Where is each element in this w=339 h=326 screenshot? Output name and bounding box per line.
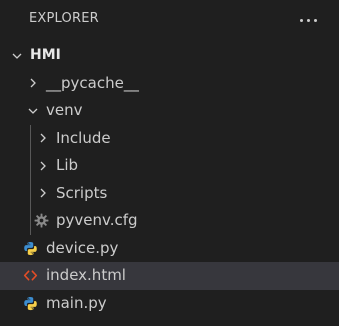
tree-item-label: Lib: [56, 156, 79, 175]
tree-item-label: Include: [56, 128, 111, 147]
tree-item-scripts[interactable]: Scripts: [0, 179, 339, 208]
chevron-right-icon: [25, 75, 41, 91]
tree-item-pycache[interactable]: __pycache__: [0, 70, 339, 98]
tree-item-device-py[interactable]: device.py: [0, 235, 339, 263]
tree-item-label: __pycache__: [46, 73, 139, 92]
tree-item-label: venv: [46, 101, 83, 120]
tree-item-include[interactable]: Include: [0, 124, 339, 153]
python-icon: [22, 295, 38, 311]
more-actions-button[interactable]: [295, 7, 321, 33]
chevron-right-icon: [35, 130, 51, 146]
tree-item-label: device.py: [46, 238, 119, 257]
tree-item-venv[interactable]: venv: [0, 97, 339, 125]
tree-root-hmi[interactable]: HMI: [0, 42, 339, 70]
tree-item-label: main.py: [46, 293, 107, 312]
ellipsis-icon: [299, 18, 303, 22]
indent-guide: [30, 152, 31, 180]
chevron-down-icon: [25, 103, 41, 119]
indent-guide: [30, 207, 31, 235]
tree-item-label: pyvenv.cfg: [56, 211, 138, 230]
explorer-title: EXPLORER: [29, 11, 99, 26]
explorer-header: EXPLORER: [0, 0, 339, 40]
html-icon: [22, 268, 38, 284]
chevron-right-icon: [35, 158, 51, 174]
tree-item-lib[interactable]: Lib: [0, 152, 339, 180]
gear-icon: [33, 213, 49, 229]
python-icon: [22, 240, 38, 256]
tree-item-main-py[interactable]: main.py: [0, 290, 339, 318]
tree-item-pyvenv-cfg[interactable]: pyvenv.cfg: [0, 207, 339, 235]
file-tree: HMI __pycache__ venv Include Lib Scripts…: [0, 42, 339, 317]
tree-item-index-html[interactable]: index.html: [0, 262, 339, 290]
explorer-panel: EXPLORER HMI __pycache__ venv Include Li…: [0, 0, 339, 326]
chevron-right-icon: [35, 185, 51, 201]
chevron-down-icon: [9, 48, 25, 64]
indent-guide: [30, 179, 31, 208]
tree-item-label: Scripts: [56, 183, 108, 202]
indent-guide: [30, 124, 31, 153]
tree-item-label: index.html: [46, 266, 126, 285]
tree-root-label: HMI: [30, 47, 61, 64]
